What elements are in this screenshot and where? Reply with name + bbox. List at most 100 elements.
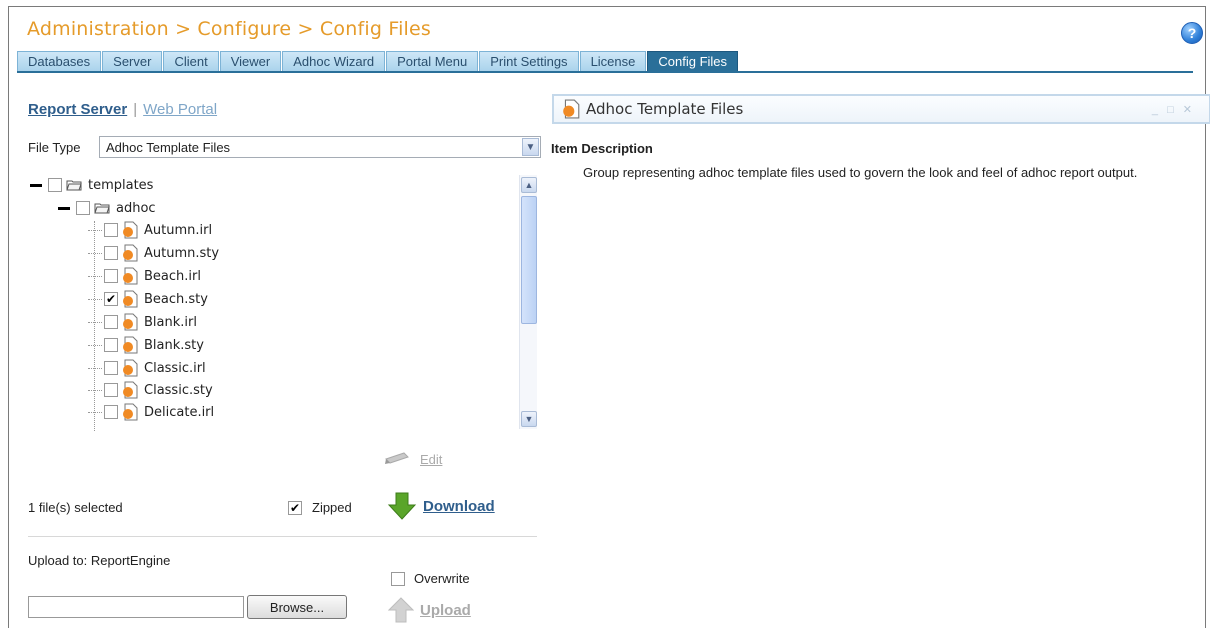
scroll-down-icon[interactable]: ▼ (521, 411, 537, 427)
tree-node-file[interactable]: ✔ Beach.sty (88, 289, 208, 309)
tree-label: adhoc (116, 200, 156, 216)
tree-connector (88, 275, 102, 277)
chevron-down-icon[interactable]: ▼ (522, 138, 539, 156)
checkbox[interactable] (104, 223, 118, 237)
tree-node-templates[interactable]: templates (30, 175, 153, 195)
tree-node-file[interactable]: Classic.irl (88, 358, 206, 378)
mode-report-server[interactable]: Report Server (28, 101, 127, 118)
browse-button[interactable]: Browse... (247, 595, 347, 619)
checkbox[interactable] (104, 315, 118, 329)
file-type-value: Adhoc Template Files (106, 139, 231, 155)
tree-label: Beach.sty (144, 291, 208, 307)
folder-open-icon (66, 180, 82, 191)
tree-connector (88, 321, 102, 323)
tab-adhoc-wizard[interactable]: Adhoc Wizard (282, 51, 386, 71)
scroll-up-icon[interactable]: ▲ (521, 177, 537, 193)
tree-node-file[interactable]: Blank.sty (88, 335, 204, 355)
tree-label: Classic.sty (144, 382, 213, 398)
zipped-checkbox[interactable]: ✔ (288, 500, 302, 515)
item-description-text: Group representing adhoc template files … (583, 165, 1138, 180)
tabbar-divider (17, 71, 1193, 73)
upload-label: Upload (420, 601, 471, 619)
overwrite-checkbox[interactable] (391, 571, 405, 586)
tree-connector (88, 411, 102, 413)
checkbox[interactable] (104, 383, 118, 397)
upload-arrow-icon (388, 597, 414, 623)
tab-print-settings[interactable]: Print Settings (479, 51, 579, 71)
tab-config-files[interactable]: Config Files (647, 51, 739, 71)
zipped-label: Zipped (312, 500, 352, 515)
upload-button[interactable]: Upload (388, 597, 471, 623)
upload-file-input[interactable] (28, 596, 244, 618)
tree-connector (88, 367, 102, 369)
template-file-icon (123, 313, 138, 331)
template-file-icon (123, 359, 138, 377)
checkbox[interactable] (104, 338, 118, 352)
checkbox[interactable] (104, 269, 118, 283)
tree-label: Beach.irl (144, 268, 201, 284)
tree-label: Blank.sty (144, 337, 204, 353)
tree-label: Classic.irl (144, 360, 206, 376)
overwrite-option[interactable]: Overwrite (391, 571, 470, 586)
file-type-label: File Type (28, 140, 81, 155)
item-description-label: Item Description (551, 141, 653, 156)
file-type-select[interactable]: Adhoc Template Files ▼ (99, 136, 541, 158)
config-tabs: Databases Server Client Viewer Adhoc Wiz… (17, 51, 739, 71)
tab-portal-menu[interactable]: Portal Menu (386, 51, 479, 71)
selected-count: 1 file(s) selected (28, 500, 123, 515)
collapse-icon[interactable] (30, 183, 42, 187)
pencil-icon (385, 452, 409, 464)
tab-server[interactable]: Server (102, 51, 163, 71)
mode-separator: | (133, 101, 138, 118)
panel-window-controls[interactable]: _ □ ✕ (1152, 103, 1195, 116)
tab-license[interactable]: License (579, 51, 647, 71)
mode-web-portal[interactable]: Web Portal (143, 101, 217, 118)
download-button[interactable]: Download (387, 491, 495, 521)
template-file-icon (123, 403, 138, 421)
checkbox[interactable] (104, 246, 118, 260)
template-file-icon (123, 381, 138, 399)
help-icon[interactable]: ? (1181, 22, 1203, 44)
collapse-icon[interactable] (58, 206, 70, 210)
tree-connector (88, 298, 102, 300)
tree-scrollbar[interactable]: ▲ ▼ (519, 175, 537, 429)
tree-node-file[interactable]: Blank.irl (88, 312, 197, 332)
tree-label: Autumn.irl (144, 222, 213, 238)
tree-node-adhoc[interactable]: adhoc (58, 198, 156, 218)
tree-node-file[interactable]: Beach.irl (88, 266, 201, 286)
page-title: Administration > Configure > Config File… (27, 18, 432, 40)
file-tree: templates adhoc Autumn.irl Autumn.sty Be… (30, 171, 520, 431)
tree-label: Blank.irl (144, 314, 197, 330)
edit-label: Edit (420, 451, 443, 467)
tab-client[interactable]: Client (163, 51, 219, 71)
checkbox[interactable] (76, 201, 90, 215)
template-file-icon (123, 221, 138, 239)
tree-label: Autumn.sty (144, 245, 220, 261)
panel-title: Adhoc Template Files (586, 100, 744, 118)
details-panel-header: Adhoc Template Files _ □ ✕ (552, 94, 1210, 124)
scroll-thumb[interactable] (521, 196, 537, 324)
tree-node-file[interactable]: Autumn.sty (88, 243, 219, 263)
divider (28, 536, 537, 537)
template-file-icon (563, 99, 580, 119)
checkbox[interactable] (104, 405, 118, 419)
upload-to-label: Upload to: ReportEngine (28, 553, 171, 568)
checkbox[interactable] (104, 361, 118, 375)
checkbox-checked[interactable]: ✔ (104, 292, 118, 306)
download-label: Download (423, 497, 495, 515)
mode-links: Report Server | Web Portal (28, 101, 217, 118)
template-file-icon (123, 267, 138, 285)
tab-databases[interactable]: Databases (17, 51, 102, 71)
download-arrow-icon (387, 492, 417, 520)
zipped-option[interactable]: ✔ Zipped (288, 500, 352, 515)
folder-open-icon (94, 203, 110, 214)
tree-connector (88, 389, 102, 391)
tree-node-file[interactable]: Classic.sty (88, 380, 213, 400)
checkbox[interactable] (48, 178, 62, 192)
tree-node-file[interactable]: Delicate.irl (88, 402, 214, 422)
edit-button[interactable]: Edit (384, 449, 442, 469)
tree-connector (88, 229, 102, 231)
tab-viewer[interactable]: Viewer (219, 51, 282, 71)
overwrite-label: Overwrite (414, 571, 470, 586)
tree-node-file[interactable]: Autumn.irl (88, 220, 212, 240)
